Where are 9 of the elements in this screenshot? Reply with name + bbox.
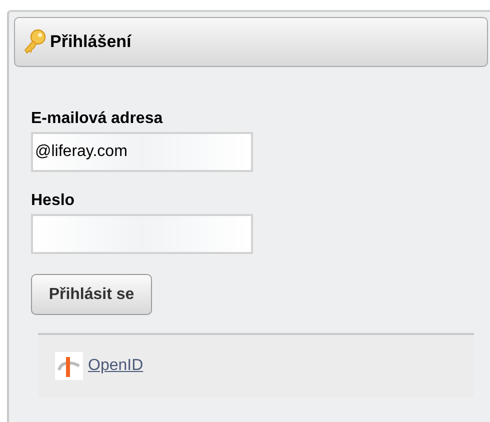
- field-label: E-mailová adresa: [31, 110, 163, 128]
- openid-icon: [55, 352, 83, 380]
- key-icon: [23, 29, 47, 55]
- input-field[interactable]: [31, 214, 253, 254]
- portlet-title: Přihlášení: [50, 32, 132, 52]
- input-field[interactable]: @liferay.com: [31, 132, 253, 172]
- openid-link[interactable]: OpenID: [88, 357, 144, 375]
- sign-in-button[interactable]: Přihlásit se: [31, 274, 152, 315]
- field-label: Heslo: [31, 192, 75, 210]
